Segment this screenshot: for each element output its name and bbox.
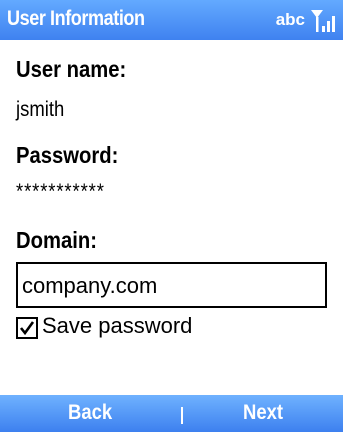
username-label: User name: <box>16 56 127 82</box>
title-bar: User Information abc <box>0 0 343 40</box>
save-password-label[interactable]: Save password <box>42 313 192 339</box>
checkmark-icon <box>19 321 35 336</box>
signal-strength-icon <box>311 10 335 32</box>
username-value[interactable]: jsmith <box>16 98 64 122</box>
input-mode-indicator: abc <box>275 10 305 29</box>
softkey-divider <box>181 407 183 424</box>
domain-field-value: company.com <box>22 273 158 298</box>
save-password-checkbox[interactable] <box>16 317 38 339</box>
back-softkey[interactable]: Back <box>68 401 112 425</box>
password-value[interactable]: *********** <box>16 180 105 204</box>
page-title: User Information <box>7 7 145 30</box>
softkey-bar: Back Next <box>0 395 343 432</box>
domain-field[interactable]: company.com <box>16 262 327 308</box>
next-softkey[interactable]: Next <box>243 401 283 425</box>
domain-label: Domain: <box>16 227 97 253</box>
password-label: Password: <box>16 142 119 168</box>
